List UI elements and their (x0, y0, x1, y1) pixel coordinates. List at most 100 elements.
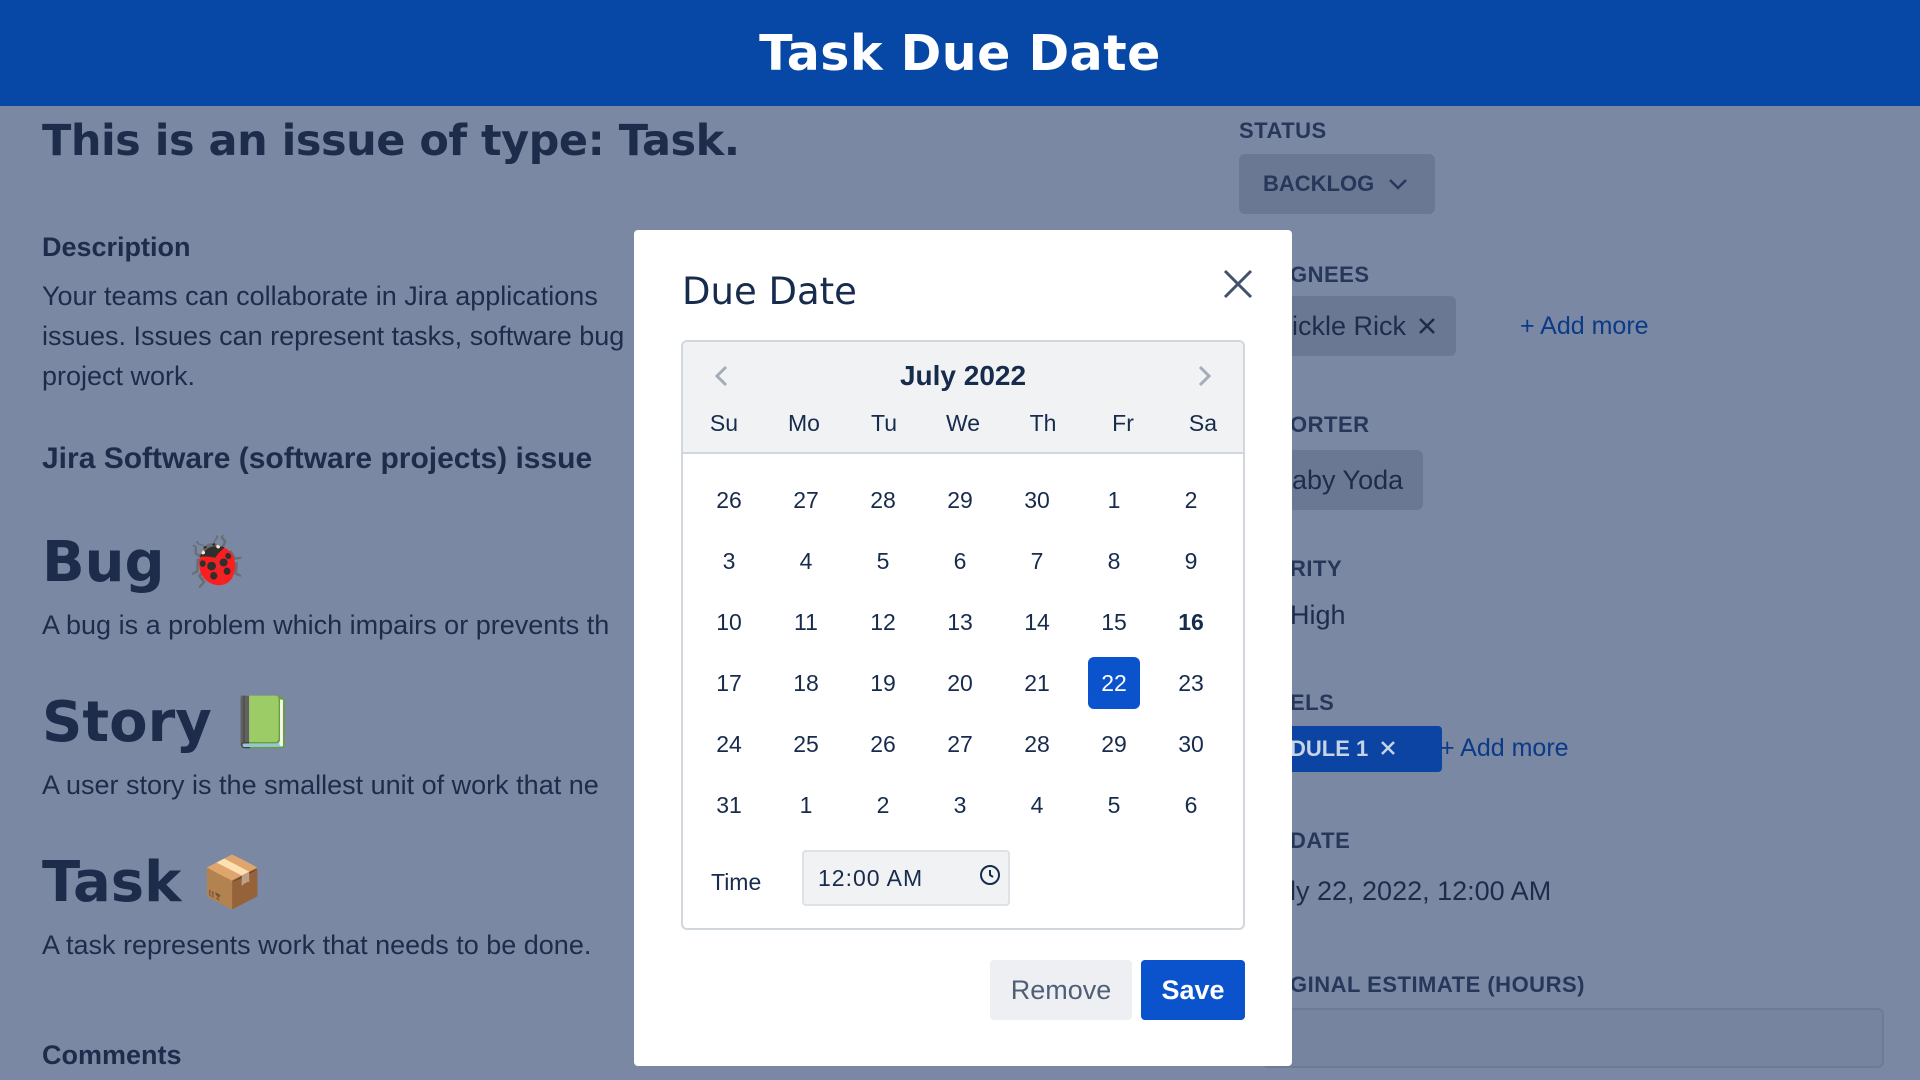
ladybug-icon: 🐞 (184, 533, 247, 591)
calendar-day[interactable]: 2 (857, 779, 909, 831)
bug-description: A bug is a problem which impairs or prev… (42, 610, 610, 640)
time-input[interactable]: 12:00 AM (802, 850, 1010, 906)
calendar-day[interactable]: 7 (1011, 535, 1063, 587)
next-month-icon[interactable] (1187, 358, 1223, 394)
due-date-label: DATE (1290, 828, 1351, 853)
weekday-label: Mo (788, 410, 820, 436)
calendar-day[interactable]: 16 (1165, 596, 1217, 648)
save-button[interactable]: Save (1141, 960, 1245, 1020)
calendar-day[interactable]: 1 (780, 779, 832, 831)
package-icon: 📦 (201, 853, 264, 911)
calendar-day[interactable]: 14 (1011, 596, 1063, 648)
month-label: July 2022 (899, 360, 1027, 391)
description-label: Description (42, 232, 191, 262)
calendar-day[interactable]: 24 (703, 718, 755, 770)
calendar-day[interactable]: 26 (857, 718, 909, 770)
issue-title: This is an issue of type: Task. (42, 116, 740, 166)
calendar-day[interactable]: 3 (934, 779, 986, 831)
priority-value[interactable]: High (1290, 600, 1346, 631)
due-date-value[interactable]: ly 22, 2022, 12:00 AM (1290, 876, 1551, 907)
calendar-day[interactable]: 21 (1011, 657, 1063, 709)
calendar-day[interactable]: 4 (780, 535, 832, 587)
close-icon[interactable] (1216, 262, 1260, 306)
status-label: STATUS (1239, 118, 1327, 143)
due-date-modal: Due Date July 2022 Su Mo Tu We Th Fr Sa … (634, 230, 1292, 1066)
calendar-day[interactable]: 19 (857, 657, 909, 709)
calendar-day[interactable]: 5 (857, 535, 909, 587)
calendar-day[interactable]: 27 (780, 474, 832, 526)
chevron-down-icon (1388, 171, 1408, 197)
assignee-name: Pickle Rick (1274, 310, 1407, 341)
green-book-icon: 📗 (231, 693, 294, 751)
calendar-day[interactable]: 30 (1011, 474, 1063, 526)
calendar-header: July 2022 Su Mo Tu We Th Fr Sa (683, 342, 1243, 454)
add-assignee-link[interactable]: + Add more (1520, 312, 1649, 341)
calendar-day[interactable]: 6 (934, 535, 986, 587)
calendar-day[interactable]: 17 (703, 657, 755, 709)
estimate-label: GINAL ESTIMATE (HOURS) (1290, 972, 1585, 997)
reporter-name: Baby Yoda (1274, 464, 1404, 495)
calendar-day[interactable]: 10 (703, 596, 755, 648)
calendar-day[interactable]: 12 (857, 596, 909, 648)
bug-heading: Bug 🐞 (42, 530, 247, 595)
calendar-day[interactable]: 28 (857, 474, 909, 526)
bug-title: Bug (42, 530, 165, 595)
weekday-label: We (945, 410, 981, 436)
calendar-day[interactable]: 15 (1088, 596, 1140, 648)
assignees-label: GNEES (1290, 262, 1370, 287)
remove-button[interactable]: Remove (990, 960, 1132, 1020)
weekday-label: Th (1029, 410, 1057, 436)
calendar-day[interactable]: 27 (934, 718, 986, 770)
calendar-day[interactable]: 18 (780, 657, 832, 709)
calendar-day[interactable]: 26 (703, 474, 755, 526)
time-label: Time (711, 869, 762, 895)
calendar-day[interactable]: 31 (703, 779, 755, 831)
calendar-day[interactable]: 13 (934, 596, 986, 648)
calendar-day[interactable]: 4 (1011, 779, 1063, 831)
calendar-day[interactable]: 29 (934, 474, 986, 526)
calendar-day[interactable]: 9 (1165, 535, 1217, 587)
weekday-label: Tu (871, 410, 897, 436)
status-dropdown[interactable]: BACKLOG (1239, 154, 1435, 214)
comments-label: Comments (42, 1040, 182, 1070)
status-value: BACKLOG (1263, 171, 1375, 196)
date-picker-calendar: July 2022 Su Mo Tu We Th Fr Sa 26 27 28 29 3… (681, 340, 1245, 930)
calendar-day[interactable]: 28 (1011, 718, 1063, 770)
priority-label: RITY (1290, 556, 1343, 581)
modal-title: Due Date (682, 270, 857, 313)
reporter-label: ORTER (1290, 412, 1370, 437)
story-title: Story (42, 690, 212, 755)
description-text: Your teams can collaborate in Jira appli… (42, 281, 625, 391)
calendar-day[interactable]: 20 (934, 657, 986, 709)
calendar-day[interactable]: 2 (1165, 474, 1217, 526)
task-heading: Task 📦 (42, 850, 264, 915)
add-label-link[interactable]: + Add more (1440, 734, 1569, 763)
calendar-day[interactable]: 3 (703, 535, 755, 587)
weekday-label: Su (709, 410, 739, 436)
calendar-day[interactable]: 6 (1165, 779, 1217, 831)
estimate-input[interactable] (1262, 1008, 1884, 1068)
calendar-day[interactable]: 22 (1088, 657, 1140, 709)
remove-label-icon[interactable] (1380, 736, 1396, 762)
calendar-day[interactable]: 25 (780, 718, 832, 770)
story-description: A user story is the smallest unit of wor… (42, 770, 599, 800)
task-title: Task (42, 850, 182, 915)
calendar-day[interactable]: 11 (780, 596, 832, 648)
banner: Task Due Date (0, 0, 1920, 106)
calendar-day[interactable]: 5 (1088, 779, 1140, 831)
story-heading: Story 📗 (42, 690, 294, 755)
clock-icon (979, 864, 1001, 892)
calendar-day[interactable]: 30 (1165, 718, 1217, 770)
issue-types-subheading: Jira Software (software projects) issue (42, 442, 593, 475)
remove-assignee-icon[interactable] (1418, 311, 1436, 342)
task-description: A task represents work that needs to be … (42, 930, 592, 960)
label-value: DULE 1 (1290, 736, 1369, 761)
calendar-day[interactable]: 23 (1165, 657, 1217, 709)
labels-label: ELS (1290, 690, 1335, 715)
banner-title: Task Due Date (759, 24, 1161, 82)
weekday-label: Sa (1188, 410, 1218, 436)
calendar-day[interactable]: 29 (1088, 718, 1140, 770)
calendar-day[interactable]: 1 (1088, 474, 1140, 526)
weekday-header-row: Su Mo Tu We Th Fr Sa (683, 410, 1243, 440)
calendar-day[interactable]: 8 (1088, 535, 1140, 587)
